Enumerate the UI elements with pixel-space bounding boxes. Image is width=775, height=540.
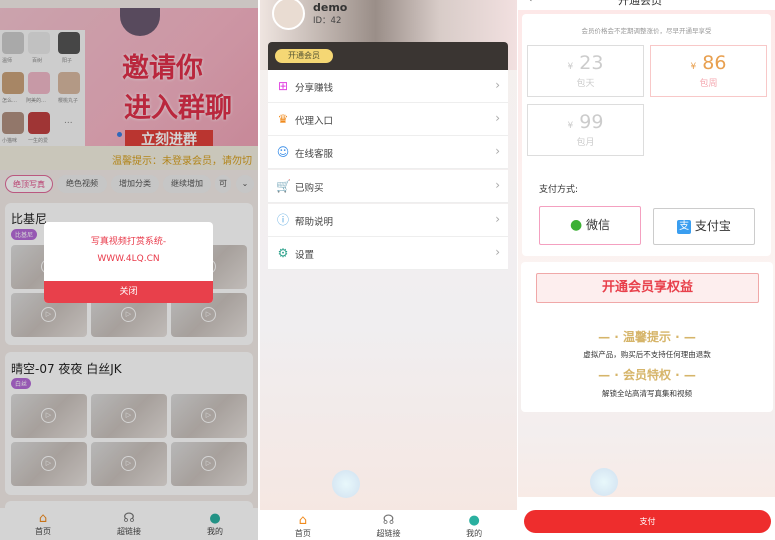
modal-line2: WWW.4LQ.CN [97,254,160,264]
menu-purchased[interactable]: 🛒 已购买 › [268,170,508,203]
benefits-card: 开通会员享权益 — · 温馨提示 · — 虚拟产品，购买后不支持任何理由退款 —… [521,262,773,412]
notice-modal: 写真视频打赏系统- WWW.4LQ.CN 关闭 [44,222,213,303]
nav-home[interactable]: ⌂ 首页 [260,510,346,540]
headset-icon: ☊ [382,513,395,528]
home-screen: 邀请你 进入群聊 立刻进群 温师 百树 阳子 怎么… 阿美的… 樱桃丸子 小猫咪… [0,0,258,540]
home-icon: ⌂ [298,513,307,528]
plan-day[interactable]: ¥ 23 包天 [527,45,644,97]
pay-method-label: 支付方式: [539,185,579,195]
vip-screen: ‹ 开通会员 会员价格会不定期调整涨价，尽早开通早享受 ¥ 23包天 ¥ 86包… [518,0,775,540]
modal-line1: 写真视频打赏系统- [90,237,167,247]
plan-week[interactable]: ¥ 86 包周 [650,45,767,97]
user-id: ID：42 [313,16,342,26]
pay-alipay[interactable]: 支 支付宝 [653,208,755,245]
page-title: 开通会员 [618,0,662,7]
vip-bar: 开通会员 [268,42,508,70]
user-icon: ● [468,513,480,528]
chevron-right-icon: › [495,212,500,226]
priv-text: 解锁全站高清写真集和视频 [602,389,692,398]
bottom-nav: ⌂ 首页 ☊ 超链接 ● 我的 [260,510,517,540]
wechat-icon: ● [569,217,583,233]
pay-button[interactable]: 支付 [524,510,771,533]
user-name: demo [313,1,348,14]
decor-bubble [590,468,618,496]
cart-icon: 🛒 [276,179,291,193]
page-header: ‹ 开通会员 [518,0,775,10]
back-icon[interactable]: ‹ [528,0,532,5]
menu-support[interactable]: ☺ 在线客服 › [268,136,508,169]
tip-heading: — · 温馨提示 · — [598,330,696,344]
menu-share[interactable]: ⊞ 分享赚钱 › [268,70,508,103]
decor-bubble [332,470,360,498]
vip-crown-icon: ♛ [277,112,289,126]
gear-icon: ⚙ [277,246,289,260]
alipay-icon: 支 [677,219,692,234]
pay-wechat[interactable]: ● 微信 [539,206,641,245]
plan-month[interactable]: ¥ 99 包月 [527,104,644,156]
plan-card: 会员价格会不定期调整涨价，尽早开通早享受 ¥ 23 包天 ¥ 86 包周 ¥ 99 包… [522,14,771,256]
priv-heading: — · 会员特权 · — [598,368,696,382]
open-vip-button[interactable]: 开通会员 [275,49,333,63]
nav-links[interactable]: ☊ 超链接 [346,510,432,540]
benefits-title: 开通会员享权益 [536,273,759,303]
chat-icon: ☺ [276,145,290,159]
close-button[interactable]: 关闭 [44,281,213,303]
pay-footer: 支付 [518,497,775,540]
chevron-right-icon: › [495,178,500,192]
menu-agent[interactable]: ♛ 代理入口 › [268,103,508,136]
chevron-right-icon: › [495,111,500,125]
profile-screen: demo ID：42 开通会员 ⊞ 分享赚钱 › ♛ 代理入口 › ☺ 在线客服 › 🛒 已购… [260,0,517,540]
price-note: 会员价格会不定期调整涨价，尽早开通早享受 [581,27,712,35]
chevron-right-icon: › [495,78,500,92]
menu-help[interactable]: ⓘ 帮助说明 › [268,204,508,237]
gift-icon: ⊞ [277,79,289,93]
chevron-right-icon: › [495,245,500,259]
menu-settings[interactable]: ⚙ 设置 › [268,237,508,270]
nav-mine[interactable]: ● 我的 [431,510,517,540]
help-icon: ⓘ [276,213,289,227]
tip-text: 虚拟产品，购买后不支持任何理由退款 [583,350,711,359]
chevron-right-icon: › [495,144,500,158]
